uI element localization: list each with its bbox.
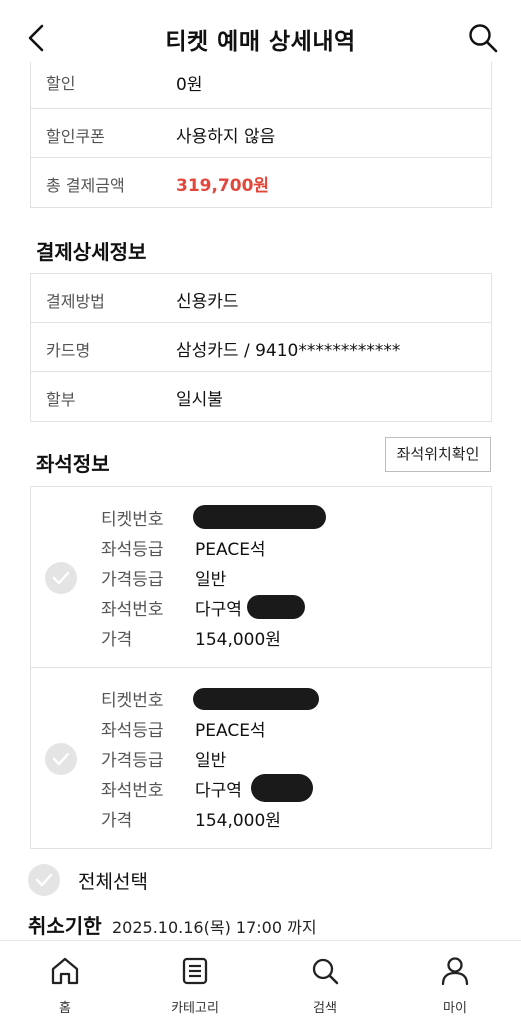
field-label: 가격	[101, 811, 133, 831]
field-label: 가격	[101, 630, 133, 650]
ticket-card[interactable]: 티켓번호 좌석등급 PEACE석 가격등급 일반 좌석번호 다구역 가격 154…	[30, 667, 492, 849]
page-title: 티켓 예매 상세내역	[165, 29, 356, 55]
seat-location-button[interactable]: 좌석위치확인	[385, 437, 491, 472]
row-label: 카드명	[46, 341, 91, 360]
ticket-card[interactable]: 티켓번호 좌석등급 PEACE석 가격등급 일반 좌석번호 다구역 가격 154…	[30, 486, 492, 668]
row-value: 삼성카드 / 9410************	[176, 341, 401, 361]
cancel-deadline-title: 취소기한	[28, 914, 102, 938]
field-label: 좌석번호	[101, 600, 164, 620]
field-label: 좌석번호	[101, 781, 164, 801]
tab-label: 카테고리	[171, 1001, 219, 1016]
coupon-row: 할인쿠폰 사용하지 않음	[31, 109, 491, 158]
select-all-label: 전체선택	[78, 871, 148, 893]
redacted-seat-number	[247, 595, 305, 619]
field-value: 154,000원	[195, 811, 281, 831]
cancel-deadline: 취소기한 2025.10.16(목) 17:00 까지	[28, 910, 508, 940]
field-value: PEACE석	[195, 721, 266, 741]
row-value: 사용하지 않음	[176, 127, 276, 147]
row-value: 신용카드	[176, 292, 239, 312]
redacted-seat-number	[251, 774, 313, 802]
redacted-ticket-number	[193, 505, 326, 529]
tab-category[interactable]: 카테고리	[130, 941, 260, 1024]
home-icon	[51, 957, 79, 985]
ticket-checkbox[interactable]	[45, 743, 77, 775]
select-all-toggle[interactable]: 전체선택	[28, 862, 228, 898]
card-name-row: 카드명 삼성카드 / 9410************	[31, 323, 491, 372]
payment-detail-title: 결제상세정보	[36, 240, 147, 264]
field-label: 좌석등급	[101, 540, 164, 560]
field-value: 일반	[195, 751, 227, 771]
user-icon	[441, 957, 469, 986]
content-scroll[interactable]: 할인 0원 할인쿠폰 사용하지 않음 총 결제금액 319,700원 결제상세정…	[0, 62, 521, 940]
field-label: 가격등급	[101, 570, 164, 590]
tab-label: 검색	[313, 1001, 337, 1016]
field-value: PEACE석	[195, 540, 266, 560]
installment-row: 할부 일시불	[31, 372, 491, 421]
total-amount-value: 319,700원	[176, 176, 270, 196]
check-icon	[52, 752, 70, 766]
row-label: 할인	[46, 74, 76, 93]
tab-search[interactable]: 검색	[260, 941, 390, 1024]
row-label: 결제방법	[46, 292, 105, 311]
bottom-tab-bar: 홈 카테고리 검색 마이	[0, 940, 521, 1024]
discount-row: 할인 0원	[31, 62, 491, 109]
tab-label: 마이	[443, 1001, 467, 1016]
select-all-checkbox[interactable]	[28, 864, 60, 896]
tab-label: 홈	[59, 1001, 71, 1016]
check-icon	[52, 571, 70, 585]
ticket-checkbox[interactable]	[45, 562, 77, 594]
list-icon	[182, 957, 208, 985]
search-icon[interactable]	[467, 22, 499, 54]
total-amount-row: 총 결제금액 319,700원	[31, 158, 491, 207]
field-value: 다구역	[195, 781, 242, 801]
field-value: 다구역	[195, 600, 242, 620]
row-label: 할인쿠폰	[46, 127, 105, 146]
row-value: 일시불	[176, 390, 223, 410]
field-label: 가격등급	[101, 751, 164, 771]
field-value: 154,000원	[195, 630, 281, 650]
field-label: 좌석등급	[101, 721, 164, 741]
payment-summary-table: 할인 0원 할인쿠폰 사용하지 않음 총 결제금액 319,700원	[30, 62, 492, 208]
row-value: 0원	[176, 75, 203, 95]
redacted-ticket-number	[193, 688, 319, 710]
cancel-deadline-value: 2025.10.16(목) 17:00 까지	[112, 918, 317, 937]
tab-my[interactable]: 마이	[390, 941, 520, 1024]
check-icon	[35, 873, 53, 887]
field-label: 티켓번호	[101, 691, 164, 711]
field-value: 일반	[195, 570, 227, 590]
tab-home[interactable]: 홈	[0, 941, 130, 1024]
row-label: 할부	[46, 390, 76, 409]
row-label: 총 결제금액	[46, 176, 125, 195]
field-label: 티켓번호	[101, 510, 164, 530]
payment-method-row: 결제방법 신용카드	[31, 274, 491, 323]
seat-info-title: 좌석정보	[36, 452, 110, 476]
search-icon	[312, 958, 339, 985]
payment-detail-table: 결제방법 신용카드 카드명 삼성카드 / 9410************ 할부…	[30, 273, 492, 422]
